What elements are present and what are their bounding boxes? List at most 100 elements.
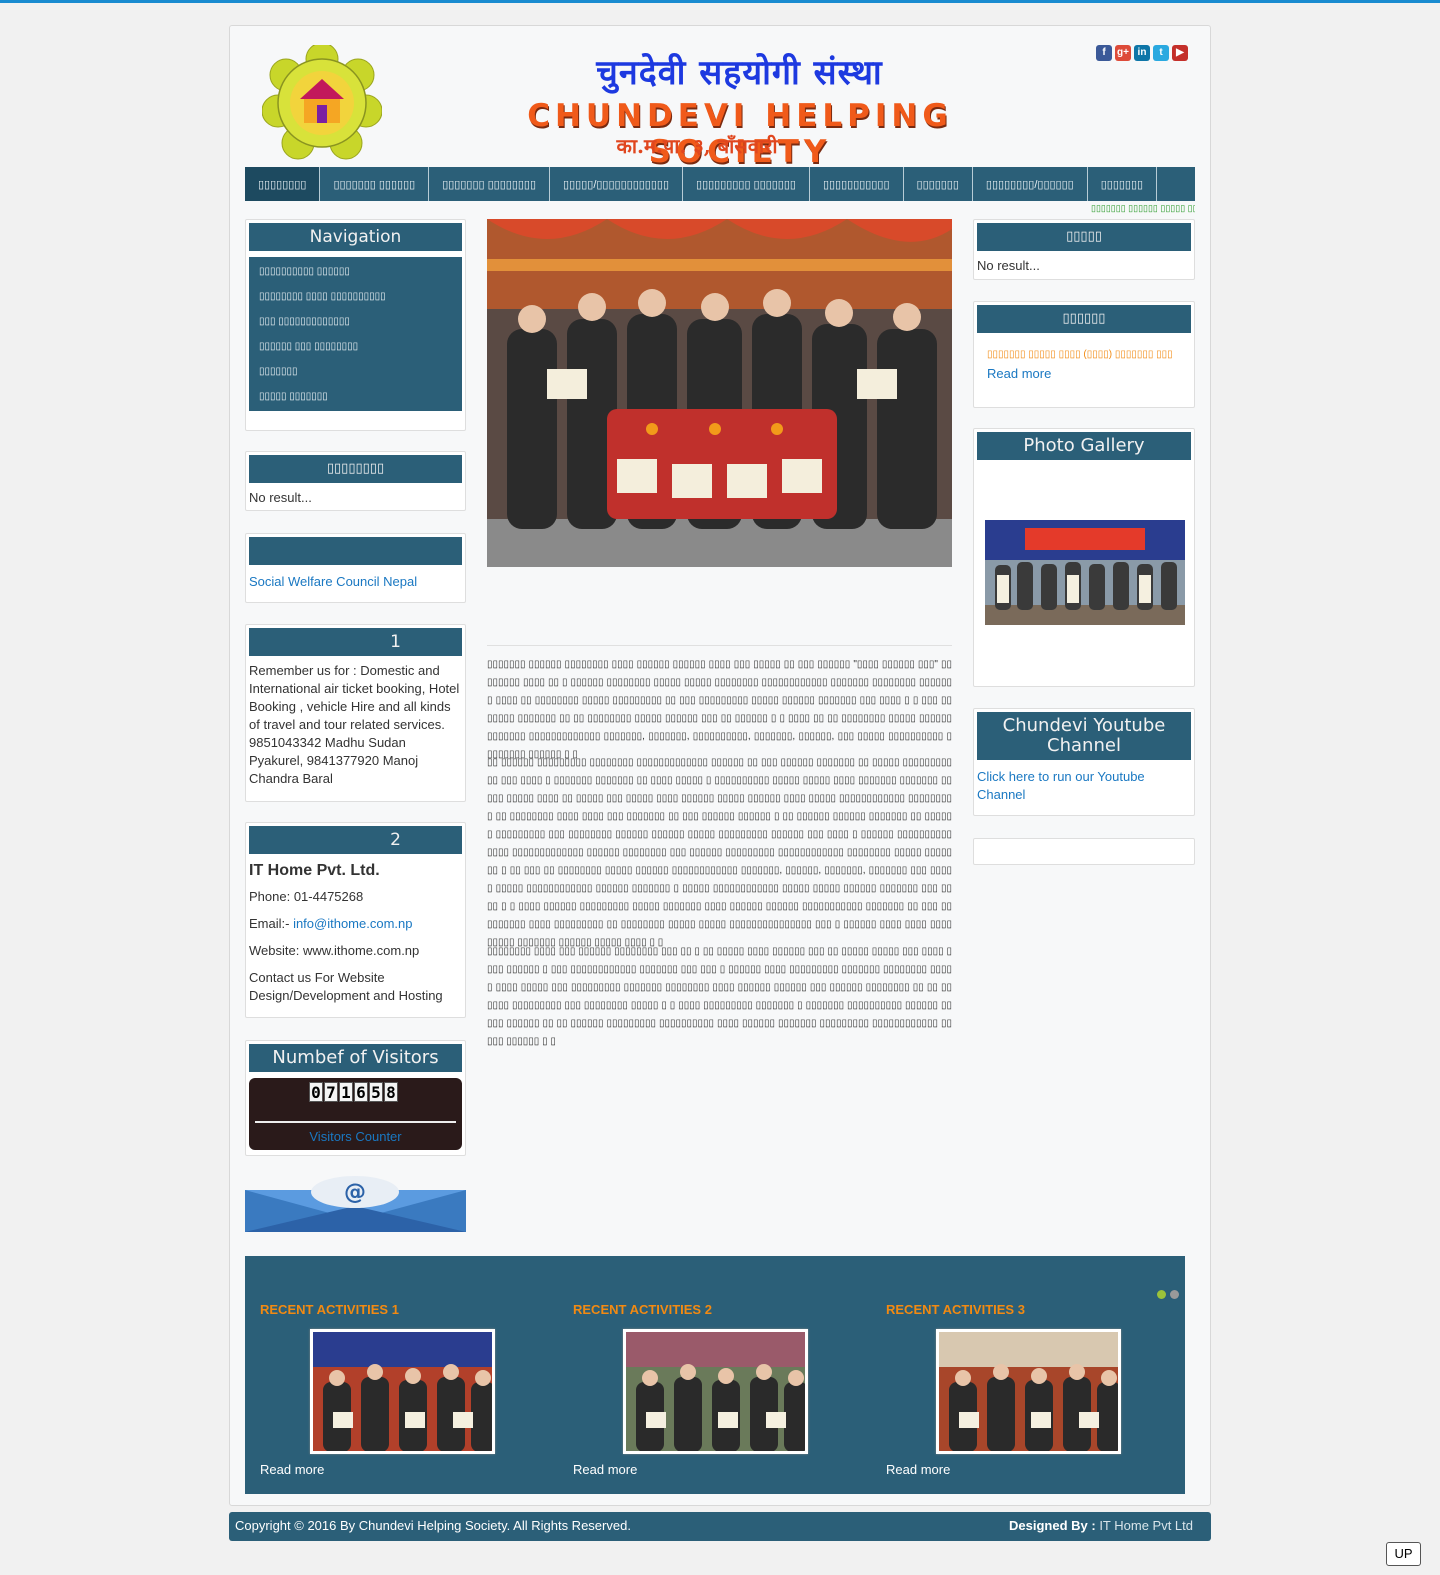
svg-text:@: @ bbox=[344, 1180, 366, 1205]
recent-activity-title[interactable]: RECENT ACTIVITIES 1 bbox=[260, 1302, 550, 1317]
notice-item-link[interactable]: ▯▯▯▯▯▯▯ ▯▯▯▯▯ ▯▯▯▯ (▯▯▯▯) ▯▯▯▯▯▯▯ ▯▯▯ bbox=[987, 349, 1191, 360]
social-links: f g+ in t ▶ bbox=[1096, 45, 1188, 61]
visitor-digit: 6 bbox=[354, 1082, 368, 1102]
navigation-item-6[interactable]: ▯▯▯▯▯ ▯▯▯▯▯▯▯ bbox=[249, 384, 462, 409]
module-title: 2 bbox=[249, 826, 462, 854]
travel-ad-text: Remember us for : Domestic and Internati… bbox=[249, 663, 460, 786]
twitter-icon[interactable]: t bbox=[1153, 45, 1169, 61]
site-address: का.म.पा. ३, बाँसवारी bbox=[616, 134, 778, 158]
recent-activities-section: RECENT ACTIVITIES 1 Read more RECENT ACTIV… bbox=[245, 1256, 1185, 1494]
intro-paragraph-2: ▯▯ ▯▯▯▯▯▯ ▯▯▯▯▯▯▯▯▯ ▯▯▯▯▯▯▯▯ ▯▯▯▯▯▯▯▯▯▯▯… bbox=[487, 757, 952, 948]
content-divider bbox=[487, 645, 952, 646]
company-website: Website: www.ithome.com.np bbox=[249, 943, 420, 958]
visitor-digit: 7 bbox=[324, 1082, 338, 1102]
visitors-module: Numbef of Visitors 071658 Visitors Count… bbox=[245, 1040, 466, 1156]
recent-activity-read-more[interactable]: Read more bbox=[573, 1462, 863, 1477]
visitor-digits: 071658 bbox=[309, 1082, 398, 1102]
gallery-photo[interactable] bbox=[985, 520, 1185, 625]
recent-activity-photo[interactable] bbox=[623, 1329, 808, 1454]
counter-divider bbox=[255, 1121, 456, 1123]
navigation-item-3[interactable]: ▯▯▯ ▯▯▯▯▯▯▯▯▯▯▯▯▯ bbox=[249, 309, 462, 334]
society-logo[interactable] bbox=[261, 42, 383, 160]
top-accent-bar bbox=[0, 0, 1440, 3]
search-results-module: ▯▯▯▯▯▯▯▯ No result... bbox=[245, 451, 466, 511]
recent-activity-title[interactable]: RECENT ACTIVITIES 2 bbox=[573, 1302, 863, 1317]
navigation-module: Navigation ▯▯▯▯▯▯▯▯▯▯ ▯▯▯▯▯▯ ▯▯▯▯▯▯▯▯ ▯▯▯… bbox=[245, 219, 466, 431]
site-title-nepali: चुनदेवी सहयोगी संस्था bbox=[596, 53, 883, 93]
navigation-list: ▯▯▯▯▯▯▯▯▯▯ ▯▯▯▯▯▯ ▯▯▯▯▯▯▯▯ ▯▯▯▯ ▯▯▯▯▯▯▯▯▯… bbox=[249, 257, 462, 411]
navigation-item-5[interactable]: ▯▯▯▯▯▯▯ bbox=[249, 359, 462, 384]
carousel-dots bbox=[1157, 1290, 1179, 1299]
recent-activity-photo[interactable] bbox=[936, 1329, 1121, 1454]
navigation-item-2[interactable]: ▯▯▯▯▯▯▯▯ ▯▯▯▯ ▯▯▯▯▯▯▯▯▯▯ bbox=[249, 284, 462, 309]
copyright-text: Copyright © 2016 By Chundevi Helping Soc… bbox=[235, 1518, 631, 1533]
notice-read-more-link[interactable]: Read more bbox=[987, 366, 1191, 381]
travel-ad-module: 1 Remember us for : Domestic and Interna… bbox=[245, 624, 466, 802]
no-result-text: No result... bbox=[249, 490, 312, 505]
menu-item-6[interactable]: ▯▯▯▯▯▯▯▯▯▯▯ bbox=[810, 167, 904, 201]
featured-slideshow-photo[interactable] bbox=[487, 219, 952, 567]
menu-item-9[interactable]: ▯▯▯▯▯▯▯ bbox=[1088, 167, 1158, 201]
linkedin-icon[interactable]: in bbox=[1134, 45, 1150, 61]
menu-item-1[interactable]: ▯▯▯▯▯▯▯▯ bbox=[245, 167, 321, 201]
navigation-title: Navigation bbox=[249, 223, 462, 251]
youtube-channel-link[interactable]: Click here to run our Youtube Channel bbox=[977, 768, 1191, 804]
carousel-dot[interactable] bbox=[1170, 1290, 1179, 1299]
intro-paragraph-3: ▯▯▯▯▯▯▯▯ ▯▯▯▯ ▯▯▯ ▯▯▯▯▯▯ ▯▯▯▯▯▯▯▯ ▯▯▯ ▯▯… bbox=[487, 946, 952, 1047]
module-title: 1 bbox=[249, 628, 462, 656]
notice-module: ▯▯▯▯▯▯ ▯▯▯▯▯▯▯ ▯▯▯▯▯ ▯▯▯▯ (▯▯▯▯) ▯▯▯▯▯▯▯… bbox=[973, 301, 1195, 408]
social-welfare-council-link[interactable]: Social Welfare Council Nepal bbox=[249, 573, 462, 591]
right-search-module: ▯▯▯▯▯ No result... bbox=[973, 219, 1195, 280]
recent-activity-read-more[interactable]: Read more bbox=[886, 1462, 1176, 1477]
module-title: ▯▯▯▯▯▯ bbox=[977, 305, 1191, 333]
menu-item-8[interactable]: ▯▯▯▯▯▯▯▯/▯▯▯▯▯▯ bbox=[973, 167, 1088, 201]
visitor-digit: 1 bbox=[339, 1082, 353, 1102]
news-ticker[interactable]: ▯▯▯▯▯▯▯ ▯▯▯▯▯▯ ▯▯▯▯▯ ▯▯▯ bbox=[1091, 203, 1195, 214]
scroll-up-button[interactable]: UP bbox=[1386, 1542, 1421, 1566]
intro-paragraph-1: ▯▯▯▯▯▯▯ ▯▯▯▯▯▯ ▯▯▯▯▯▯▯▯ ▯▯▯▯ ▯▯▯▯▯▯ ▯▯▯▯… bbox=[487, 659, 952, 760]
main-menu: ▯▯▯▯▯▯▯▯ ▯▯▯▯▯▯▯ ▯▯▯▯▯▯ ▯▯▯▯▯▯▯ ▯▯▯▯▯▯▯▯ ▯▯… bbox=[245, 167, 1195, 201]
email-label: Email:- bbox=[249, 916, 294, 931]
google-plus-icon[interactable]: g+ bbox=[1115, 45, 1131, 61]
photo-gallery-module: Photo Gallery bbox=[973, 428, 1195, 687]
recent-activity-card: RECENT ACTIVITIES 3 Read more bbox=[886, 1302, 1176, 1477]
photo-gallery-title: Photo Gallery bbox=[977, 432, 1191, 460]
no-result-text: No result... bbox=[977, 258, 1040, 273]
company-contact-note: Contact us For Website Design/Developmen… bbox=[249, 970, 443, 1003]
youtube-title: Chundevi Youtube Channel bbox=[977, 712, 1191, 760]
menu-item-5[interactable]: ▯▯▯▯▯▯▯▯▯ ▯▯▯▯▯▯▯ bbox=[683, 167, 810, 201]
it-home-module: 2 IT Home Pvt. Ltd. Phone: 01-4475268 Em… bbox=[245, 822, 466, 1018]
empty-module bbox=[973, 838, 1195, 865]
visitors-counter-panel: 071658 Visitors Counter bbox=[249, 1078, 462, 1150]
visitor-digit: 5 bbox=[369, 1082, 383, 1102]
youtube-icon[interactable]: ▶ bbox=[1172, 45, 1188, 61]
recent-activity-photo[interactable] bbox=[310, 1329, 495, 1454]
footer: Copyright © 2016 By Chundevi Helping Soc… bbox=[229, 1512, 1211, 1541]
navigation-item-4[interactable]: ▯▯▯▯▯▯ ▯▯▯ ▯▯▯▯▯▯▯▯ bbox=[249, 334, 462, 359]
visitors-title: Numbef of Visitors bbox=[249, 1044, 462, 1072]
designer-credit: Designed By : IT Home Pvt Ltd bbox=[1009, 1518, 1193, 1533]
recent-activity-read-more[interactable]: Read more bbox=[260, 1462, 550, 1477]
recent-activity-card: RECENT ACTIVITIES 1 Read more bbox=[260, 1302, 550, 1477]
designer-link[interactable]: IT Home Pvt Ltd bbox=[1099, 1518, 1193, 1533]
facebook-icon[interactable]: f bbox=[1096, 45, 1112, 61]
company-email-link[interactable]: info@ithome.com.np bbox=[293, 916, 412, 931]
carousel-dot-active[interactable] bbox=[1157, 1290, 1166, 1299]
company-email-row: Email:- info@ithome.com.np bbox=[249, 915, 462, 933]
recent-activity-title[interactable]: RECENT ACTIVITIES 3 bbox=[886, 1302, 1176, 1317]
recent-activity-card: RECENT ACTIVITIES 2 Read more bbox=[573, 1302, 863, 1477]
navigation-item-1[interactable]: ▯▯▯▯▯▯▯▯▯▯ ▯▯▯▯▯▯ bbox=[249, 259, 462, 284]
visitors-counter-link[interactable]: Visitors Counter bbox=[249, 1129, 462, 1144]
email-envelope-icon[interactable]: @ bbox=[245, 1176, 466, 1236]
module-title bbox=[249, 537, 462, 565]
company-name: IT Home Pvt. Ltd. bbox=[249, 862, 380, 879]
menu-item-4[interactable]: ▯▯▯▯▯/▯▯▯▯▯▯▯▯▯▯▯▯ bbox=[550, 167, 684, 201]
menu-item-3[interactable]: ▯▯▯▯▯▯▯ ▯▯▯▯▯▯▯▯ bbox=[429, 167, 551, 201]
designed-by-label: Designed By : bbox=[1009, 1518, 1096, 1533]
menu-item-7[interactable]: ▯▯▯▯▯▯▯ bbox=[904, 167, 973, 201]
menu-item-2[interactable]: ▯▯▯▯▯▯▯ ▯▯▯▯▯▯ bbox=[320, 167, 430, 201]
module-title: ▯▯▯▯▯▯▯▯ bbox=[249, 455, 462, 483]
visitor-digit: 8 bbox=[384, 1082, 398, 1102]
visitor-digit: 0 bbox=[309, 1082, 323, 1102]
youtube-module: Chundevi Youtube Channel Click here to r… bbox=[973, 708, 1195, 816]
